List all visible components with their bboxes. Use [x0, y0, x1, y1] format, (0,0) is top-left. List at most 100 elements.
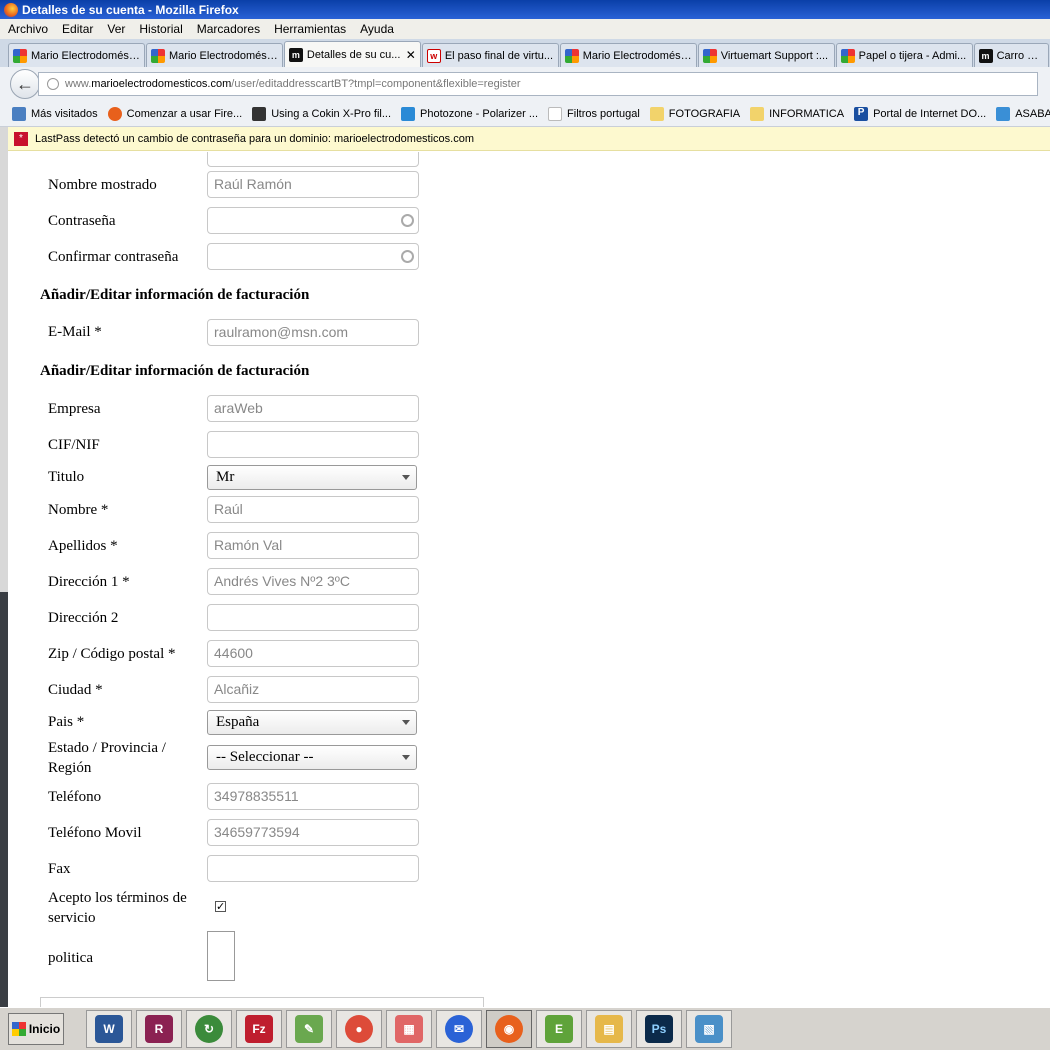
chevron-down-icon [402, 475, 410, 480]
country-label: Pais * [48, 714, 85, 730]
tab-6[interactable]: Virtuemart Support :... [697, 43, 835, 67]
tab-4[interactable]: w El paso final de virtu... [421, 43, 559, 67]
company-label: Empresa [48, 401, 101, 417]
taskbar-photoshop[interactable]: Ps [636, 1010, 682, 1048]
start-label: Inicio [28, 1022, 61, 1036]
url-bar[interactable]: www. marioelectrodomesticos.com/user/edit… [38, 72, 1038, 96]
confirm-password-input[interactable] [207, 243, 419, 270]
tab-close-icon[interactable]: ✕ [406, 48, 416, 62]
taskbar-explorer[interactable]: ▤ [586, 1010, 632, 1048]
desktop-dark-area [0, 592, 8, 1007]
section-heading-billing: Añadir/Editar información de facturación [40, 363, 310, 379]
display-name-input[interactable]: Raúl Ramón [207, 171, 419, 198]
menu-ayuda[interactable]: Ayuda [360, 22, 394, 36]
tab-8[interactable]: m Carro de co [973, 43, 1050, 67]
taskbar-word[interactable]: W [86, 1010, 132, 1048]
email-label: E-Mail * [48, 324, 102, 340]
tab-3-active[interactable]: m Detalles de su cu... ✕ [283, 41, 421, 67]
taskbar-paint[interactable]: ✎ [286, 1010, 332, 1048]
last-name-label: Apellidos * [48, 538, 118, 554]
tab-1[interactable]: Mario Electrodomésti... [8, 43, 145, 67]
tab-5[interactable]: Mario Electrodomésti... [559, 43, 697, 67]
city-input[interactable]: Alcañiz [207, 676, 419, 703]
photoshop-icon: Ps [645, 1015, 673, 1043]
bookmark-informatica[interactable]: INFORMATICA [750, 106, 845, 121]
bookmark-label: INFORMATICA [769, 107, 845, 120]
title-select[interactable]: Mr [207, 465, 417, 490]
window-titlebar: Detalles de su cuenta - Mozilla Firefox [0, 0, 1050, 19]
tos-checkbox[interactable]: ✓ [215, 901, 226, 912]
company-input[interactable]: araWeb [207, 395, 419, 422]
joomla-icon [840, 48, 855, 63]
taskbar-picture[interactable]: ▧ [686, 1010, 732, 1048]
menu-editar[interactable]: Editar [62, 22, 93, 36]
taskbar-firefox[interactable]: ◉ [486, 1010, 532, 1048]
phone-label: Teléfono [48, 789, 102, 805]
back-button[interactable]: ← [10, 69, 40, 99]
section-heading-account: Añadir/Editar información de facturación [40, 287, 310, 303]
tab-2[interactable]: Mario Electrodomésti... [145, 43, 283, 67]
taskbar-thunderbird[interactable]: ✉ [436, 1010, 482, 1048]
address2-label: Dirección 2 [48, 610, 119, 626]
phone-input[interactable]: 34978835511 [207, 783, 419, 810]
chrome-icon: ● [345, 1015, 373, 1043]
m-icon: m [978, 48, 993, 63]
winrar-icon: R [145, 1015, 173, 1043]
m-icon: m [288, 47, 303, 62]
start-button[interactable]: Inicio [8, 1013, 64, 1045]
folder-icon [750, 106, 765, 121]
bookmark-asabaf[interactable]: ASABAF - N [996, 106, 1050, 121]
zip-input[interactable]: 44600 [207, 640, 419, 667]
tab-label: Mario Electrodomésti... [582, 49, 692, 62]
bookmark-filtros-portugal[interactable]: Filtros portugal [548, 106, 640, 121]
cif-label: CIF/NIF [48, 437, 100, 453]
country-select[interactable]: España [207, 710, 417, 735]
bookmark-label: Comenzar a usar Fire... [126, 107, 243, 120]
taskbar-apps-grid[interactable]: ▦ [386, 1010, 432, 1048]
address2-input[interactable] [207, 604, 419, 631]
menu-archivo[interactable]: Archivo [8, 22, 48, 36]
page-content: Nombre mostrado Raúl Ramón Contraseña Co… [8, 152, 1050, 1007]
mobile-input[interactable]: 34659773594 [207, 819, 419, 846]
lastpass-message: LastPass detectó un cambio de contraseña… [35, 132, 475, 145]
menu-historial[interactable]: Historial [139, 22, 182, 36]
tab-label: Detalles de su cu... [306, 48, 401, 61]
url-path: /user/editaddresscartBT?tmpl=component&f… [231, 78, 521, 90]
menu-marcadores[interactable]: Marcadores [197, 22, 260, 36]
last-name-input[interactable]: Ramón Val [207, 532, 419, 559]
joomla-icon [702, 48, 717, 63]
state-select[interactable]: -- Seleccionar -- [207, 745, 417, 770]
fax-input[interactable] [207, 855, 419, 882]
chevron-down-icon [402, 755, 410, 760]
state-label: Estado / Provincia / Región [48, 740, 166, 776]
bookmarks-bar: Más visitados Comenzar a usar Fire... Us… [0, 101, 1050, 127]
first-name-input[interactable]: Raúl [207, 496, 419, 523]
menu-ver[interactable]: Ver [107, 22, 125, 36]
bookmark-comenzar-firefox[interactable]: Comenzar a usar Fire... [107, 106, 243, 121]
taskbar-sync[interactable]: ↻ [186, 1010, 232, 1048]
tab-7[interactable]: Papel o tijera - Admi... [835, 43, 973, 67]
bookmark-fotografia[interactable]: FOTOGRAFIA [649, 106, 740, 121]
bookmark-mas-visitados[interactable]: Más visitados [12, 106, 98, 121]
password-manager-icon[interactable] [401, 250, 414, 263]
policy-textarea[interactable] [207, 931, 235, 981]
password-manager-icon[interactable] [401, 214, 414, 227]
address1-input[interactable]: Andrés Vives Nº2 3ºC [207, 568, 419, 595]
bookmark-cokin[interactable]: Using a Cokin X-Pro fil... [252, 106, 391, 121]
bookmark-photozone[interactable]: Photozone - Polarizer ... [401, 106, 538, 121]
lastpass-icon: * [14, 131, 28, 146]
taskbar-filezilla[interactable]: Fz [236, 1010, 282, 1048]
taskbar-winrar[interactable]: R [136, 1010, 182, 1048]
username-field-partial[interactable] [207, 152, 419, 167]
bookmark-portal-internet[interactable]: P Portal de Internet DO... [854, 106, 986, 121]
taskbar-evernote[interactable]: E [536, 1010, 582, 1048]
password-input[interactable] [207, 207, 419, 234]
window-title: Detalles de su cuenta - Mozilla Firefox [22, 2, 239, 17]
cif-input[interactable] [207, 431, 419, 458]
firefox-icon [107, 106, 122, 121]
tab-bar: Mario Electrodomésti... Mario Electrodom… [0, 39, 1050, 67]
taskbar-chrome[interactable]: ● [336, 1010, 382, 1048]
joomla-icon [150, 48, 165, 63]
email-input[interactable]: raulramon@msn.com [207, 319, 419, 346]
menu-herramientas[interactable]: Herramientas [274, 22, 346, 36]
